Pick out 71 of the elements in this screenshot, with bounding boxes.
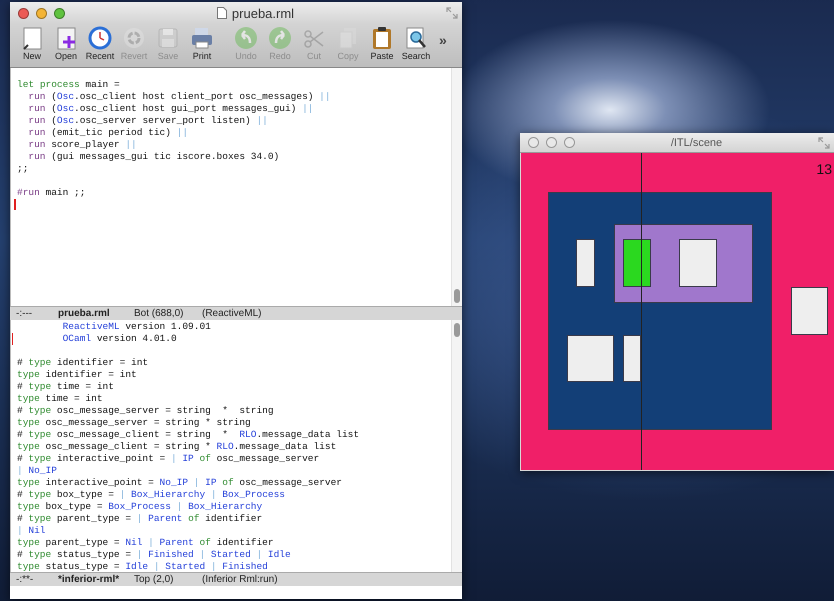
code-line: # type osc_message_server = string * string: [17, 405, 274, 416]
minimize-button[interactable]: [546, 137, 557, 148]
document-icon: [216, 7, 227, 19]
code-line: # type osc_message_client = string * RLO.message_data list: [17, 429, 360, 440]
fullscreen-icon: [818, 136, 830, 148]
code-line: type identifier = int: [17, 369, 137, 380]
code-line: type box_type = Box_Process | Box_Hierarchy: [17, 501, 262, 512]
overflow-button[interactable]: »: [439, 24, 447, 48]
scene-box[interactable]: [567, 335, 614, 382]
code-line: | Nil: [17, 525, 46, 536]
scroll-thumb[interactable]: [454, 323, 460, 337]
scrollbar[interactable]: [451, 320, 462, 572]
scrollbar[interactable]: [451, 68, 462, 306]
code-line: type interactive_point = No_IP | IP of osc_message_server: [17, 477, 342, 488]
fringe-mark: [12, 333, 13, 345]
code-line: # type identifier = int: [17, 357, 148, 368]
code-line: #run main ;;: [17, 187, 86, 198]
toolbar-button[interactable]: New: [15, 24, 49, 61]
buffer-flags: -:**-: [16, 574, 34, 585]
code-line: # type box_type = | Box_Hierarchy | Box_Process: [17, 489, 285, 500]
buffer-name: prueba.rml: [58, 308, 111, 319]
code-line: type time = int: [17, 393, 103, 404]
fullscreen-icon: [446, 7, 458, 19]
buffer-flags: -:---: [16, 308, 34, 319]
scene-box[interactable]: [791, 287, 828, 335]
toolbar-button[interactable]: Paste: [365, 24, 399, 61]
minimize-button[interactable]: [36, 8, 47, 18]
code-line: run (emit_tic period tic) ||: [27, 127, 188, 138]
toolbar-button[interactable]: Recent: [83, 24, 117, 61]
text-cursor: [14, 199, 16, 210]
scene-box[interactable]: [623, 335, 641, 382]
scene-box[interactable]: [679, 239, 717, 287]
close-button[interactable]: [18, 8, 29, 18]
cursor-position: Bot (688,0): [134, 308, 184, 319]
major-mode: (Inferior Rml:run): [202, 574, 278, 585]
code-line: ReactiveML version 1.09.01: [62, 321, 211, 332]
clock-icon: [88, 26, 112, 50]
code-line: OCaml version 4.01.0: [62, 333, 177, 344]
code-line: | No_IP: [17, 465, 57, 476]
code-line: let process main =: [17, 79, 120, 90]
toolbar-button[interactable]: Search: [399, 24, 433, 61]
code-line: type parent_type = Nil | Parent of identifier: [17, 537, 274, 548]
buffer-name: *inferior-rml*: [58, 574, 120, 585]
code-line: ;;: [17, 163, 28, 174]
scene-box[interactable]: [576, 239, 595, 287]
code-line: run (Osc.osc_server server_port listen) ||: [27, 115, 268, 126]
scroll-thumb[interactable]: [454, 289, 460, 303]
code-line: # type parent_type = | Parent of identifier: [17, 513, 262, 524]
zoom-button[interactable]: [564, 137, 575, 148]
code-line: # type time = int: [17, 381, 114, 392]
scene-box[interactable]: [623, 239, 651, 287]
code-line: run (Osc.osc_client host client_port osc_messages) ||: [27, 91, 331, 102]
major-mode: (ReactiveML): [202, 308, 262, 319]
zoom-button[interactable]: [54, 8, 65, 18]
window-title: prueba.rml: [232, 6, 294, 20]
code-line: run (Osc.osc_client host gui_port messages_gui) ||: [27, 103, 314, 114]
clipboard-icon: [370, 26, 394, 50]
code-line: type osc_message_client = string * RLO.message_data list: [17, 441, 336, 452]
code-line: # type interactive_point = | IP of osc_message_server: [17, 453, 320, 464]
cursor-position: Top (2,0): [134, 574, 174, 585]
circular-arrows-icon: [122, 26, 146, 50]
window-title: /ITL/scene: [670, 136, 724, 148]
toolbar-button[interactable]: Print: [185, 24, 219, 61]
code-line: run (gui messages_gui tic iscore.boxes 34.0): [27, 151, 280, 162]
frame-counter: 13: [816, 161, 832, 177]
code-line: run score_player ||: [27, 139, 137, 150]
code-line: type osc_message_server = string * string: [17, 417, 251, 428]
toolbar-button[interactable]: Open: [49, 24, 83, 61]
code-line: type status_type = Idle | Started | Finished: [17, 561, 268, 572]
close-button[interactable]: [528, 137, 539, 148]
code-line: # type status_type = | Finished | Started | Idle: [17, 549, 291, 560]
